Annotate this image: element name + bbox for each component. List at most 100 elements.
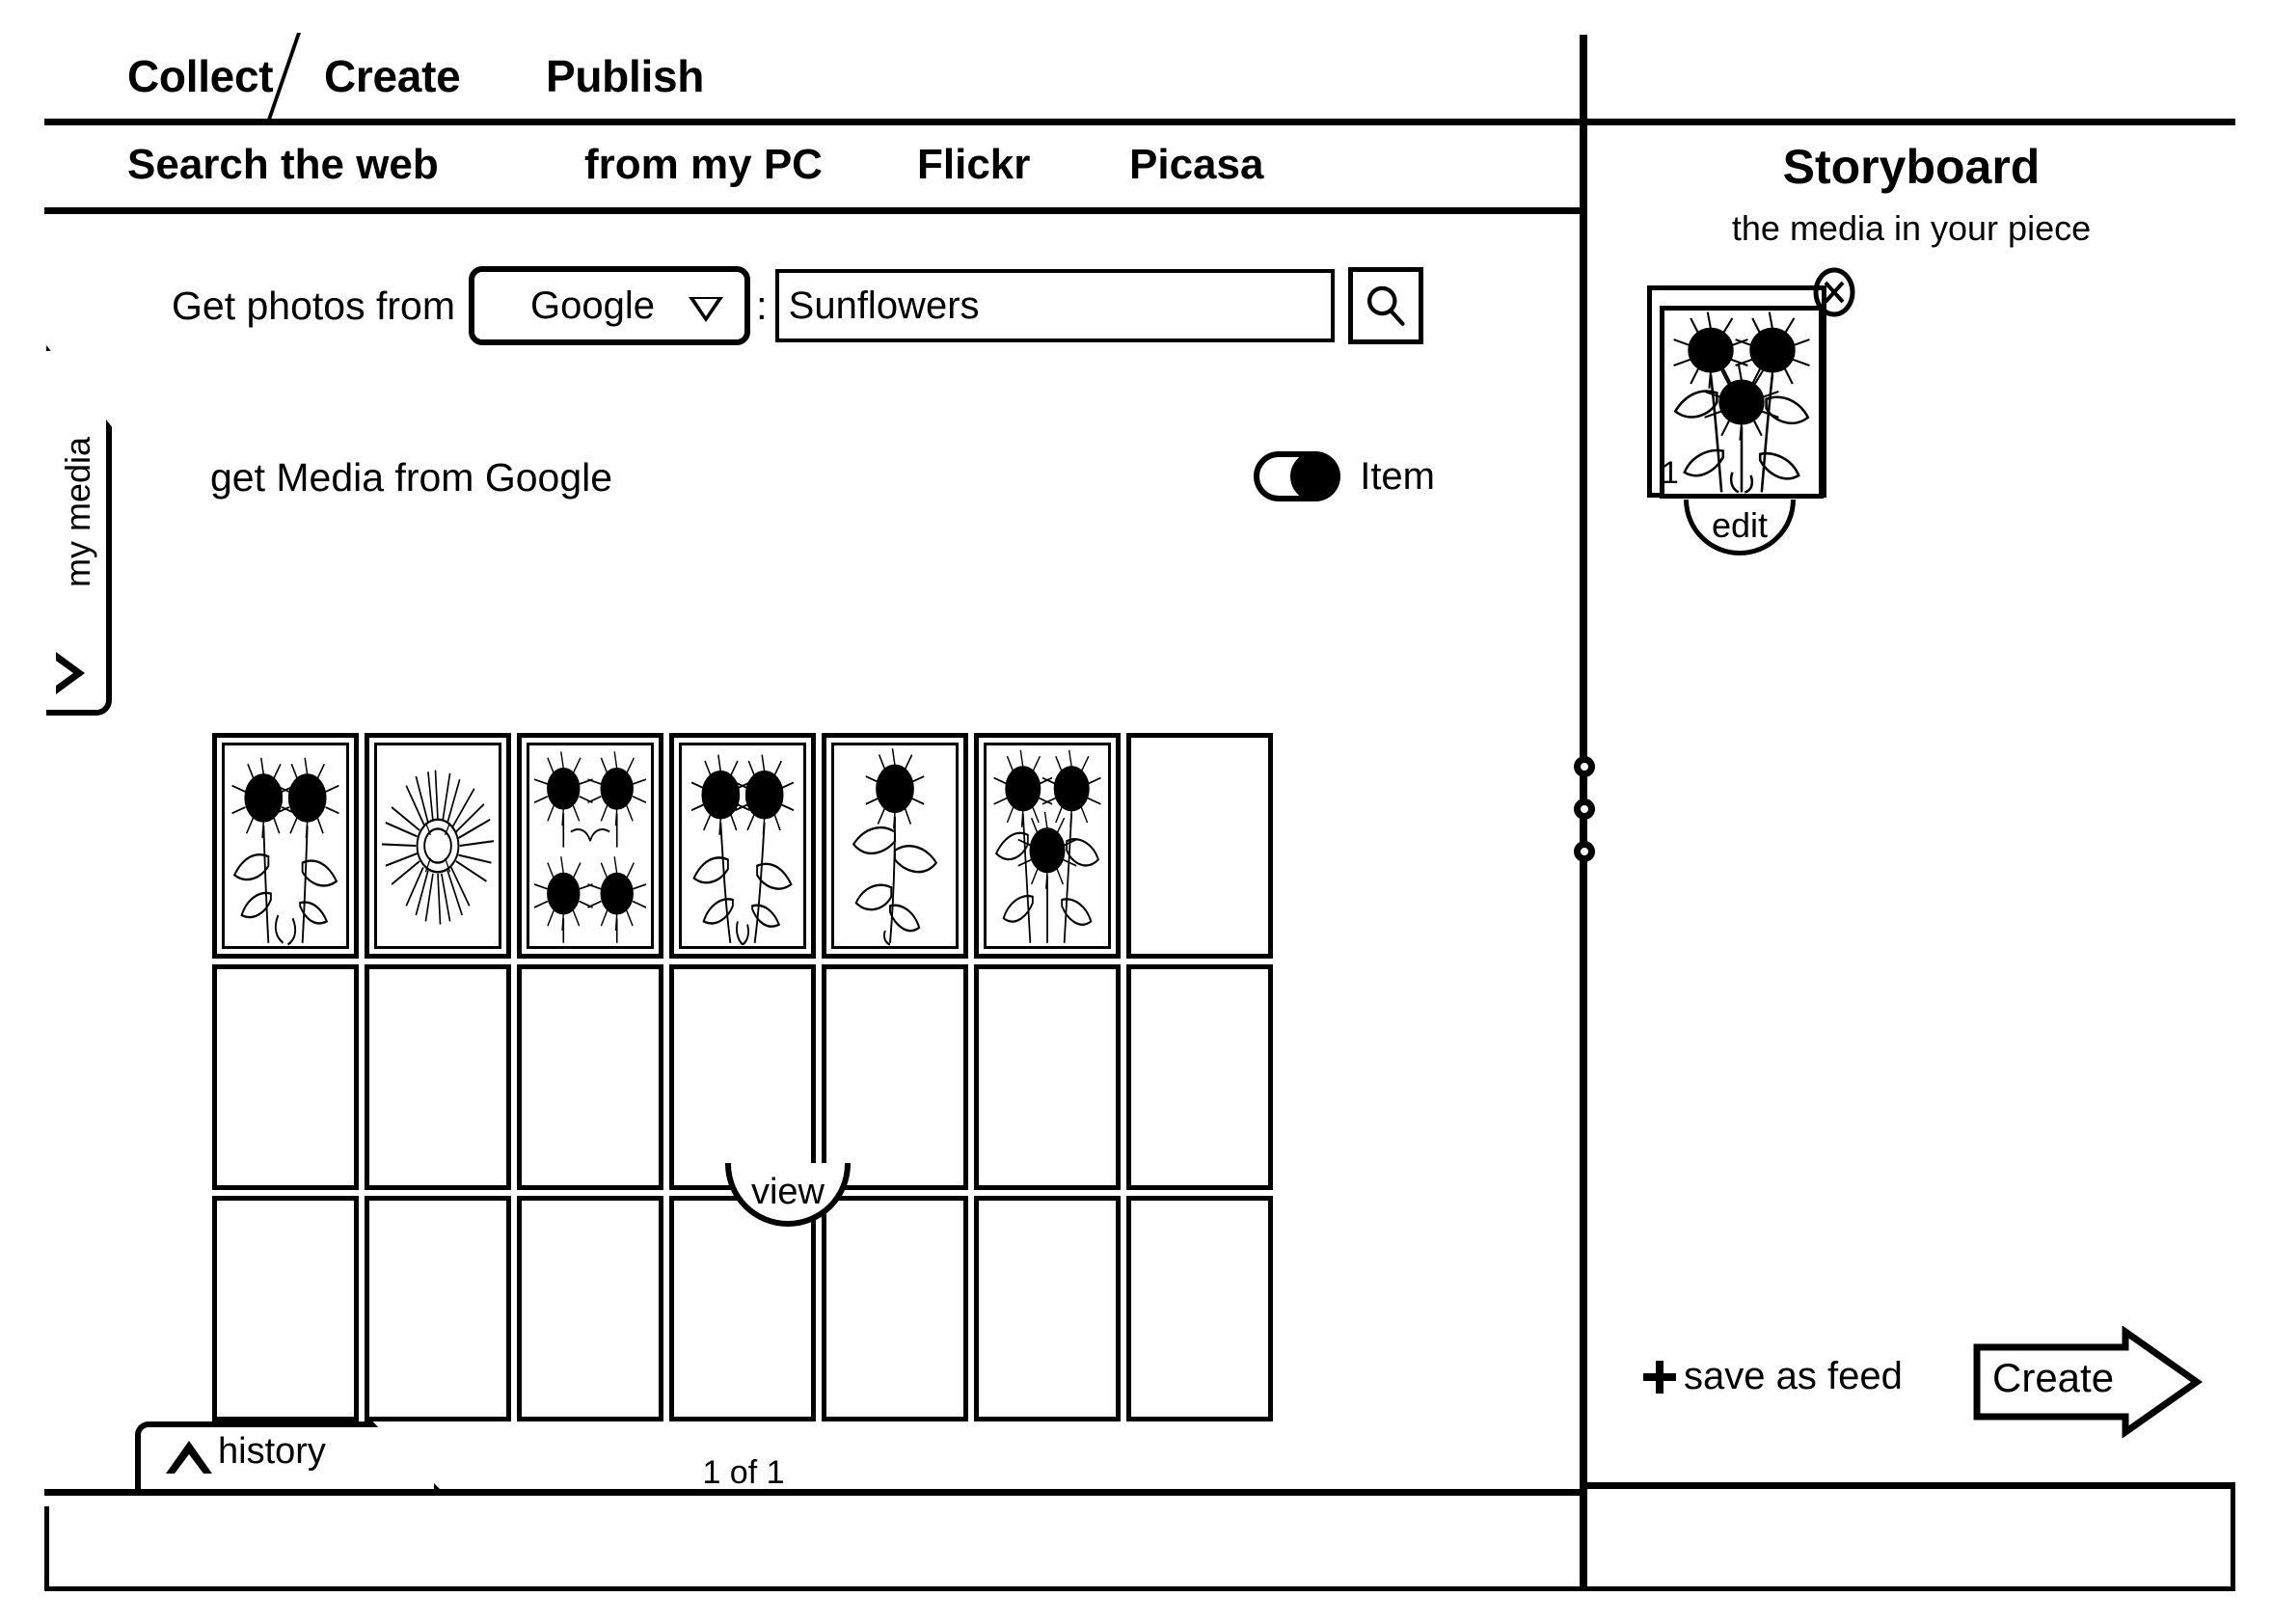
splitter-grip-handle[interactable] <box>1572 756 1597 862</box>
save-as-feed-label: save as feed <box>1684 1355 1903 1397</box>
chevron-right-icon <box>56 652 85 694</box>
media-thumbnail <box>679 974 806 1180</box>
primary-navigation-bar: Collect Create Publish <box>44 33 2235 133</box>
media-thumbnail <box>527 743 654 949</box>
toggle-knob <box>1290 451 1341 501</box>
media-cell[interactable] <box>974 1196 1121 1421</box>
search-input[interactable] <box>774 269 1335 342</box>
separator-colon: : <box>755 283 768 328</box>
media-thumbnail <box>222 743 349 949</box>
media-thumbnail <box>1136 1205 1263 1412</box>
storyboard-item-edit-tab[interactable]: edit <box>1684 500 1796 555</box>
item-toggle-label: Item <box>1360 454 1435 498</box>
search-controls-row: Get photos from Google : <box>172 264 1423 347</box>
storyboard-subtitle: the media in your piece <box>1731 208 2092 248</box>
media-cell[interactable] <box>517 964 663 1190</box>
media-cell[interactable] <box>212 1196 359 1421</box>
media-cell[interactable] <box>517 733 663 959</box>
grip-dot-icon <box>1574 798 1595 820</box>
search-prompt-label: Get photos from <box>172 283 455 328</box>
media-thumbnail <box>374 974 501 1180</box>
media-thumbnail <box>527 974 654 1180</box>
nav-tab-publish[interactable]: Publish <box>546 50 704 102</box>
media-thumbnail <box>679 743 806 949</box>
storyboard-item-number: 1 <box>1662 455 1679 490</box>
storyboard-item-close-button[interactable] <box>1812 267 1856 317</box>
history-tab-label: history <box>218 1431 326 1472</box>
media-cell[interactable] <box>365 964 511 1190</box>
my-media-tab-label: my media <box>58 436 97 588</box>
grip-dot-icon <box>1574 756 1595 777</box>
four-sunflowers-art <box>533 751 647 943</box>
subnav-tab-flickr[interactable]: Flickr <box>917 141 1030 189</box>
media-thumbnail <box>374 1205 501 1412</box>
storyboard-item-thumbnail <box>1660 306 1824 499</box>
storyboard-footer: save as feed Create <box>1587 1326 2235 1442</box>
media-thumbnail <box>831 974 959 1180</box>
media-cell[interactable] <box>669 733 816 959</box>
subnav-tab-search-the-web[interactable]: Search the web <box>127 141 439 189</box>
plus-icon <box>1643 1360 1676 1394</box>
media-results-grid <box>212 733 1273 1421</box>
single-bloom-art <box>382 770 495 925</box>
one-sunflower-leaves-art <box>852 748 938 946</box>
media-cell[interactable] <box>974 733 1121 959</box>
storyboard-panel: Storyboard the media in your piece 1 edi… <box>1587 125 2235 1489</box>
subnav-tab-picasa[interactable]: Picasa <box>1129 141 1263 189</box>
my-media-tab[interactable]: my media <box>46 345 112 716</box>
two-sunflowers-art <box>231 757 339 946</box>
subnav-tab-from-my-pc[interactable]: from my PC <box>584 141 823 189</box>
history-tab[interactable]: history <box>135 1421 440 1489</box>
three-sunflowers-art <box>993 749 1101 943</box>
media-thumbnail <box>984 743 1111 949</box>
edit-tab-label: edit <box>1711 504 1769 545</box>
photo-source-value: Google <box>529 284 655 327</box>
storyboard-item[interactable]: 1 <box>1647 267 1855 499</box>
magnifier-icon <box>1366 285 1405 326</box>
create-button-label: Create <box>1992 1355 2115 1400</box>
item-toggle[interactable] <box>1254 451 1341 501</box>
media-cell[interactable] <box>822 733 968 959</box>
search-results-pane: Get photos from Google : get Media from … <box>44 214 1580 1506</box>
create-button[interactable]: Create <box>1971 1326 2203 1438</box>
media-thumbnail <box>831 1205 959 1412</box>
grip-dot-icon <box>1574 841 1595 862</box>
media-cell[interactable] <box>822 964 968 1190</box>
media-thumbnail <box>984 974 1111 1180</box>
three-sunflowers-art <box>1673 311 1810 494</box>
media-cell[interactable] <box>974 964 1121 1190</box>
media-thumbnail <box>222 974 349 1180</box>
media-thumbnail <box>222 1205 349 1412</box>
media-cell[interactable] <box>822 1196 968 1421</box>
nav-tab-collect[interactable]: Collect <box>127 50 274 102</box>
media-cell[interactable] <box>365 1196 511 1421</box>
view-tab-label: view <box>750 1171 825 1212</box>
media-cell[interactable] <box>1126 733 1273 959</box>
pane-footer-divider <box>44 1489 1580 1496</box>
item-toggle-group: Item <box>1254 451 1435 501</box>
media-thumbnail <box>374 743 501 949</box>
media-cell[interactable] <box>517 1196 663 1421</box>
media-cell[interactable] <box>669 1196 816 1421</box>
nav-tab-create[interactable]: Create <box>324 50 461 102</box>
media-cell[interactable] <box>1126 964 1273 1190</box>
chevron-up-icon <box>166 1441 212 1474</box>
media-cell[interactable] <box>212 964 359 1190</box>
secondary-navigation-bar: Search the web from my PC Flickr Picasa <box>44 125 1580 214</box>
app-window: Collect Create Publish Search the web fr… <box>0 0 2272 1624</box>
media-thumbnail <box>527 1205 654 1412</box>
storyboard-title: Storyboard <box>1782 140 2041 194</box>
media-cell[interactable] <box>212 733 359 959</box>
media-thumbnail <box>1136 974 1263 1180</box>
media-cell[interactable] <box>669 964 816 1190</box>
media-thumbnail <box>679 1205 806 1412</box>
media-cell[interactable] <box>1126 1196 1273 1421</box>
search-button[interactable] <box>1347 267 1423 344</box>
results-title: get Media from Google <box>210 455 613 500</box>
photo-source-select[interactable]: Google <box>468 266 750 345</box>
results-header: get Media from Google Item <box>172 451 1445 511</box>
media-cell[interactable] <box>365 733 511 959</box>
chevron-down-icon <box>688 297 723 322</box>
save-as-feed-button[interactable]: save as feed <box>1643 1355 1903 1398</box>
media-thumbnail <box>1136 743 1263 949</box>
